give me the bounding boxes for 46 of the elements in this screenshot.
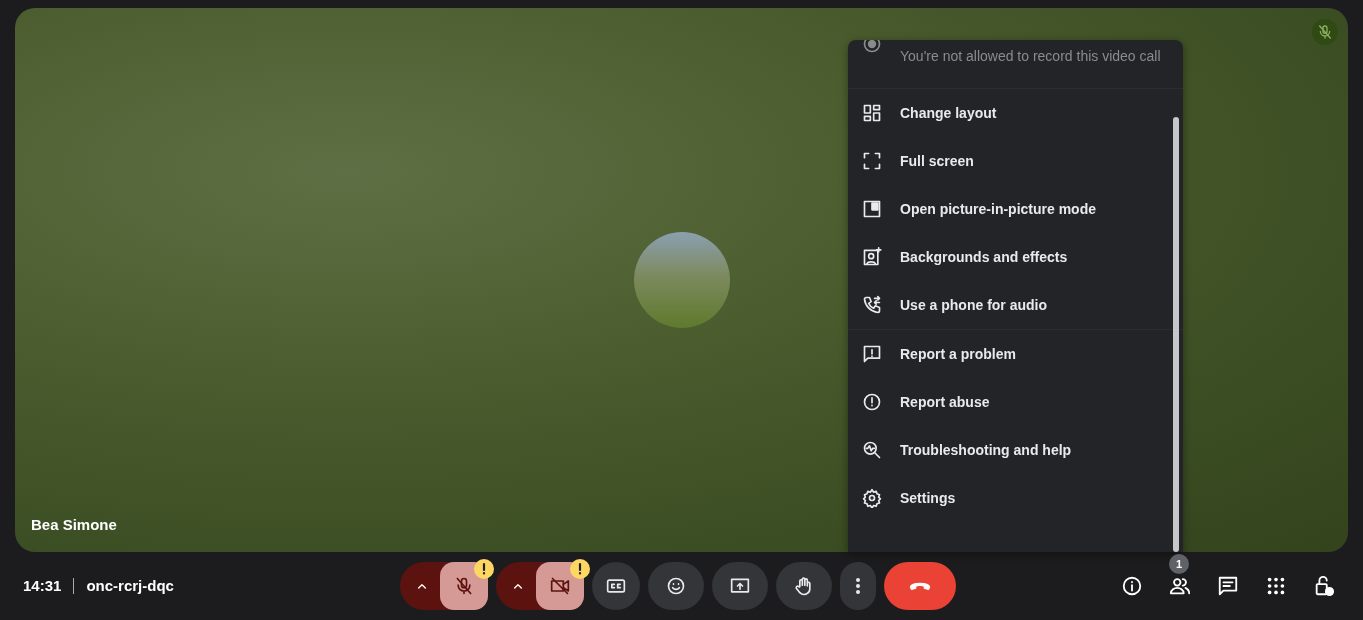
present-button[interactable] [712, 562, 768, 610]
menu-item[interactable]: Report abuse [848, 378, 1183, 426]
captions-icon [606, 576, 626, 596]
menu-item[interactable]: Change layout [848, 89, 1183, 137]
meeting-code: onc-rcrj-dqc [86, 575, 174, 596]
participant-name: Bea Simone [31, 514, 117, 535]
search-wave-icon [862, 440, 882, 460]
menu-item[interactable]: Troubleshooting and help [848, 426, 1183, 474]
menu-item[interactable]: Report a problem [848, 330, 1183, 378]
raise-hand-button[interactable] [776, 562, 832, 610]
phone-hangup-icon [909, 582, 931, 590]
microphone-toggle-button[interactable] [440, 562, 488, 610]
raised-hand-icon [794, 576, 814, 596]
microphone-off-icon [454, 576, 474, 596]
info-icon [1121, 575, 1143, 597]
lock-person-icon [1313, 575, 1335, 597]
feedback-icon [862, 344, 882, 364]
record-icon [862, 40, 882, 54]
settings-icon [862, 488, 882, 508]
phone-arrows-icon [862, 295, 882, 315]
grid-dots-icon [1265, 575, 1287, 597]
menu-item[interactable]: Open picture-in-picture mode [848, 185, 1183, 233]
video-camera-off-icon [550, 576, 570, 596]
menu-item[interactable]: Settings [848, 474, 1183, 522]
captions-button[interactable] [592, 562, 640, 610]
clock-time: 14:31 [23, 575, 62, 596]
smiley-icon [666, 576, 686, 596]
reactions-button[interactable] [648, 562, 704, 610]
fullscreen-icon [862, 151, 882, 171]
menu-item: You're not allowed to record this video call [848, 40, 1183, 88]
picture-in-picture-icon [862, 199, 882, 219]
menu-item[interactable]: Backgrounds and effects [848, 233, 1183, 281]
camera-toggle-button[interactable] [536, 562, 584, 610]
more-options-button[interactable] [840, 562, 876, 610]
microphone-off-icon [1317, 24, 1333, 40]
more-vertical-icon [856, 578, 860, 594]
alert-circle-icon [862, 392, 882, 412]
chat-icon [1217, 575, 1239, 597]
count-badge: 1 [1169, 554, 1189, 574]
people-icon [1169, 575, 1191, 597]
layout-grid-icon [862, 103, 882, 123]
portrait-sparkle-icon [862, 247, 882, 267]
present-screen-icon [730, 576, 750, 596]
menu-item[interactable]: Full screen [848, 137, 1183, 185]
leave-call-button[interactable] [884, 562, 956, 610]
menu-item[interactable]: Use a phone for audio [848, 281, 1183, 329]
